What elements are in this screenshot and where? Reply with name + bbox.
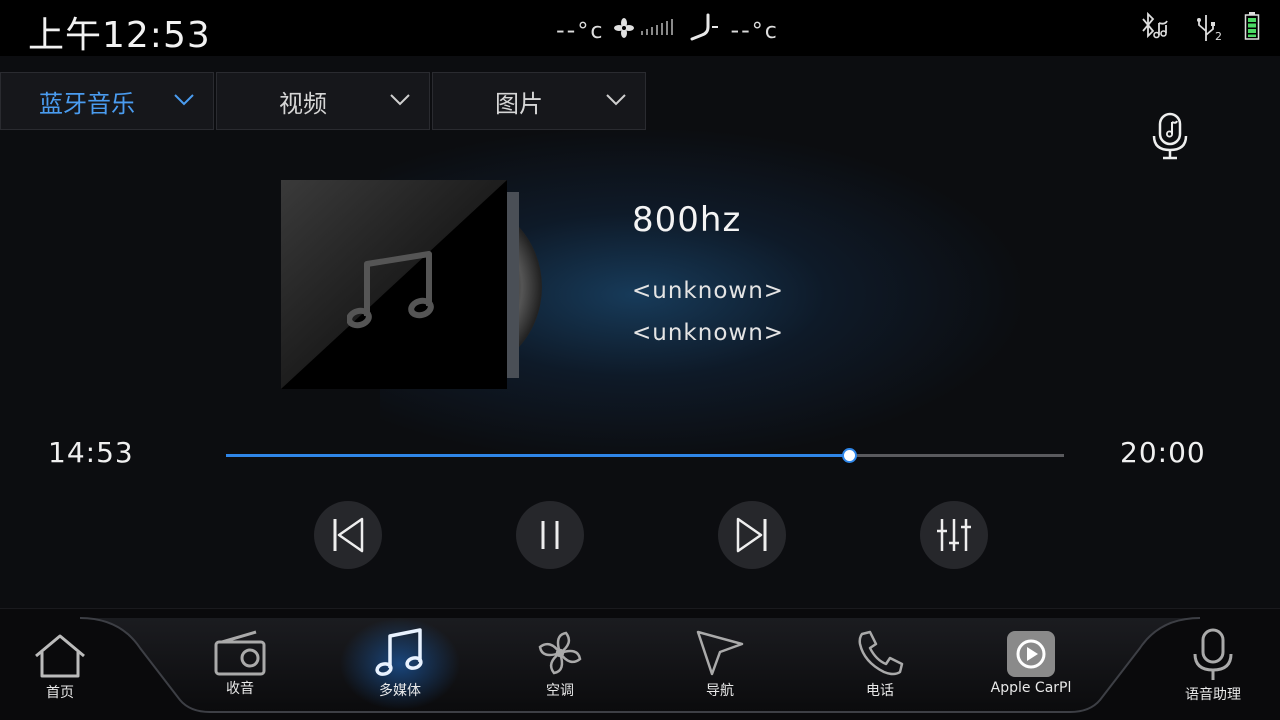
chevron-down-icon [174,94,194,106]
nav-carplay[interactable]: Apple CarPl [971,630,1091,696]
navigation-icon [696,630,744,676]
tab-label: 图片 [495,89,543,118]
fan-icon [538,631,582,675]
track-title: 800hz [632,200,742,240]
seat-airflow-icon [688,13,720,47]
voice-music-icon [1152,112,1188,160]
next-button[interactable] [718,501,786,569]
clock: 上午12:53 [28,15,211,56]
album-art [281,180,507,389]
current-time: 14:53 [48,436,134,469]
seek-bar-fill [226,454,850,457]
bottom-navigation: 首页 收音 多媒体 空调 导航 电话 Apple CarPl 语音助理 [0,608,1280,720]
nav-label: Apple CarPl [990,680,1072,696]
total-time: 20:00 [1120,436,1206,469]
tab-label: 蓝牙音乐 [39,89,135,118]
music-note-icon [375,628,423,676]
nav-phone[interactable]: 电话 [820,628,940,700]
seek-bar[interactable] [226,448,1064,463]
chevron-down-icon [390,94,410,106]
usb-icon: 2 [1195,13,1222,43]
nav-climate[interactable]: 空调 [500,628,620,700]
carplay-icon [1007,631,1055,677]
music-note-icon [347,251,434,329]
nav-label: 收音 [226,681,254,697]
nav-label: 语音助理 [1185,687,1241,703]
phone-icon [858,630,904,676]
nav-label: 导航 [706,683,734,699]
nav-media[interactable]: 多媒体 [340,626,460,700]
system-icons: 2 [1139,10,1260,46]
passenger-temperature: --°c [730,16,779,44]
track-artist: <unknown> [632,278,785,304]
nav-label: 首页 [46,685,74,701]
voice-music-button[interactable] [1150,112,1190,164]
chevron-down-icon [606,94,626,106]
pause-button[interactable] [516,501,584,569]
battery-icon [1244,11,1260,45]
status-bar: 上午12:53 --°c --°c 2 [0,0,1280,56]
tab-pictures[interactable]: 图片 [432,72,646,130]
source-tabs: 蓝牙音乐 视频 图片 [0,72,648,130]
radio-icon [214,630,266,676]
tab-label: 视频 [279,89,327,118]
nav-label: 电话 [866,683,894,699]
equalizer-button[interactable] [920,501,988,569]
nav-navigation[interactable]: 导航 [660,628,780,700]
nav-label: 空调 [546,683,574,699]
home-icon [35,634,85,678]
nav-radio[interactable]: 收音 [180,628,300,698]
tab-video[interactable]: 视频 [216,72,430,130]
next-icon [736,517,767,553]
microphone-icon [1193,628,1233,680]
nav-home[interactable]: 首页 [0,632,120,702]
usb-count: 2 [1215,30,1222,43]
tab-bluetooth-music[interactable]: 蓝牙音乐 [0,72,214,130]
fan-icon [614,16,678,44]
driver-temperature: --°c [556,16,605,44]
previous-button[interactable] [314,501,382,569]
previous-icon [333,517,364,553]
bluetooth-music-icon [1139,11,1173,45]
seek-bar-thumb[interactable] [842,448,858,463]
nav-voice-assistant[interactable]: 语音助理 [1153,628,1273,704]
equalizer-icon [937,519,971,551]
pause-icon [541,521,559,549]
sleeve-edge [507,192,519,378]
climate-status: --°c --°c [556,13,779,47]
track-album: <unknown> [632,320,785,346]
nav-label: 多媒体 [379,683,421,699]
